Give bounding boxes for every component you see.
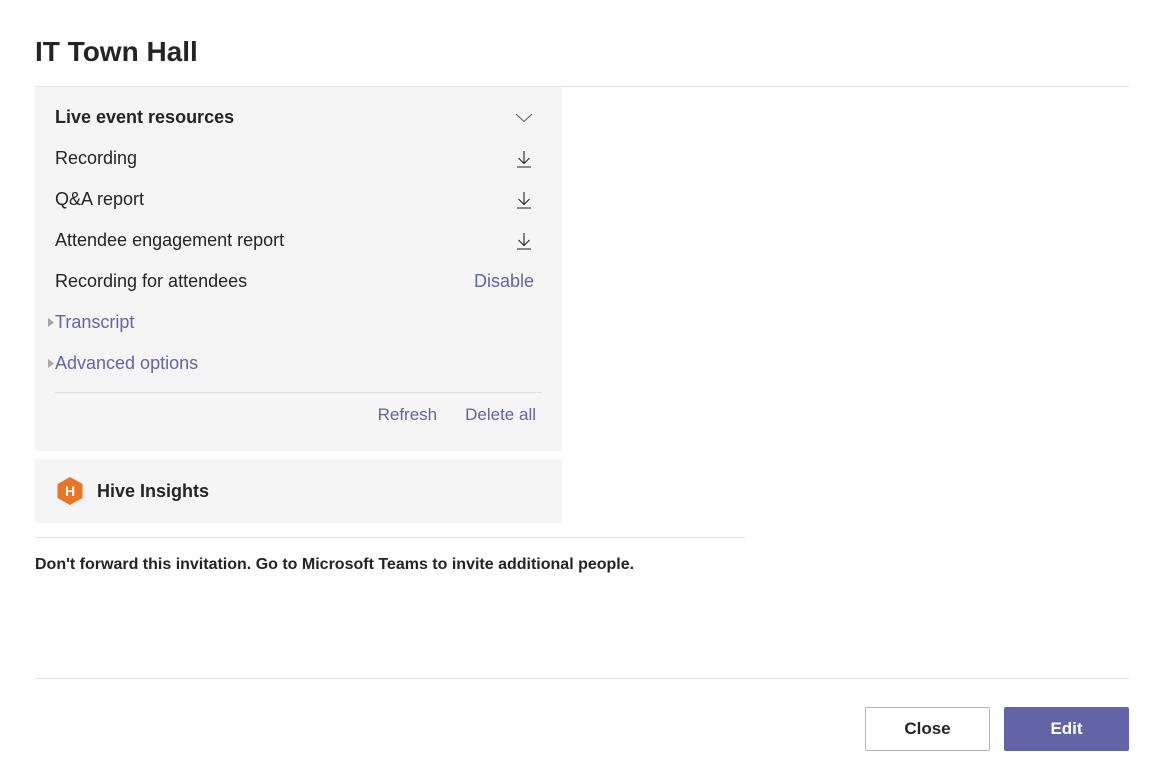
invitation-info-text: Don't forward this invitation. Go to Mic…: [0, 538, 1164, 574]
resource-label: Recording for attendees: [55, 271, 247, 292]
resource-label: Recording: [55, 148, 137, 169]
edit-button[interactable]: Edit: [1004, 707, 1129, 751]
disable-link[interactable]: Disable: [474, 271, 534, 292]
refresh-link[interactable]: Refresh: [378, 405, 438, 425]
svg-text:H: H: [65, 483, 75, 499]
resource-label: Attendee engagement report: [55, 230, 284, 251]
live-event-resources-panel: Live event resources Recording Q&A repor…: [35, 87, 562, 451]
transcript-expand[interactable]: Transcript: [35, 302, 562, 343]
hive-insights-panel[interactable]: H Hive Insights: [35, 459, 562, 523]
resource-row-qa-report: Q&A report: [35, 179, 562, 220]
resource-row-engagement: Attendee engagement report: [35, 220, 562, 261]
triangle-right-icon: [47, 317, 55, 328]
download-icon[interactable]: [514, 231, 534, 251]
expand-label: Transcript: [55, 312, 134, 333]
chevron-down-icon[interactable]: [514, 108, 534, 128]
resource-row-recording-attendees: Recording for attendees Disable: [35, 261, 562, 302]
hive-logo-icon: H: [55, 476, 85, 506]
delete-all-link[interactable]: Delete all: [465, 405, 536, 425]
resources-header[interactable]: Live event resources: [35, 87, 562, 138]
advanced-options-expand[interactable]: Advanced options: [35, 343, 562, 384]
triangle-right-icon: [47, 358, 55, 369]
page-title: IT Town Hall: [0, 0, 1164, 86]
close-button[interactable]: Close: [865, 707, 990, 751]
download-icon[interactable]: [514, 190, 534, 210]
panel-footer: Refresh Delete all: [35, 393, 562, 425]
expand-label: Advanced options: [55, 353, 198, 374]
button-row: Close Edit: [0, 679, 1164, 751]
download-icon[interactable]: [514, 149, 534, 169]
resources-title: Live event resources: [55, 107, 234, 128]
hive-title: Hive Insights: [97, 481, 209, 502]
resource-label: Q&A report: [55, 189, 144, 210]
resource-row-recording: Recording: [35, 138, 562, 179]
